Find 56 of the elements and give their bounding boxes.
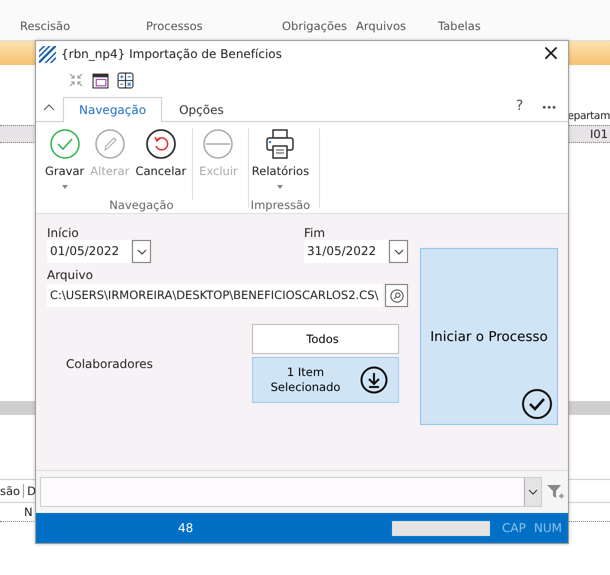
column-header: são [0,484,24,498]
file-path-field[interactable]: C:\USERS\IRMOREIRA\DESKTOP\BENEFICIOSCARLOS2.CS\ [47,284,384,307]
download-icon [360,366,388,394]
filter-icon[interactable] [546,483,564,501]
ribbon-group-label: Impressão [250,198,310,212]
option-button[interactable]: Todos [252,324,399,354]
ribbon-group-label: Arquivos [356,19,406,33]
help-button[interactable]: ? [510,97,530,115]
collapse-ribbon-icon[interactable] [43,103,55,111]
ribbon-button[interactable]: Cancelar [132,128,190,189]
dropdown-button[interactable] [524,478,541,506]
check-circle-icon [48,128,81,160]
calendar-icon[interactable] [92,72,109,88]
search-icon [390,288,404,302]
dropdown-button[interactable] [389,240,408,263]
check-circle-icon [521,388,553,420]
app-logo-icon [39,46,56,62]
ribbon-tab[interactable]: Navegação [63,97,162,122]
field-label: Fim [304,226,326,240]
ribbon-button[interactable]: Relatórios [248,128,312,189]
status-count: 48 [178,521,194,535]
undo-icon [144,128,177,160]
field-label: Início [47,226,79,240]
ribbon-group-label: Navegação [109,198,174,212]
close-button[interactable]: × [534,43,568,65]
dropdown-button[interactable] [132,240,151,263]
collapse-icon[interactable] [68,72,84,88]
ribbon-button[interactable]: Gravar [42,128,88,189]
column-header: epartam [567,110,610,122]
date-field[interactable]: 31/05/2022 [304,240,388,263]
key-indicator: NUM [534,521,562,535]
date-field[interactable]: 01/05/2022 [47,240,131,263]
printer-icon [264,128,296,160]
calculator-icon[interactable] [117,72,134,88]
key-indicator: CAP [502,521,526,535]
table-cell: I01 [590,127,608,141]
start-process-button[interactable]: Iniciar o Processo [420,248,558,425]
minus-circle-icon [202,128,234,160]
chevron-down-icon [394,248,404,254]
chevron-down-icon [136,248,146,254]
window-title: {rbn_np4} Importação de Benefícios [61,47,283,61]
field-label: Colaboradores [66,356,154,370]
chevron-down-icon [528,489,538,495]
caret-icon [62,185,68,189]
more-button[interactable]: ••• [535,102,562,115]
option-button[interactable]: 1 Item Selecionado [252,357,399,403]
ribbon-group-label: Obrigações [282,19,348,33]
table-cell: N [24,505,33,519]
ribbon-group-label: Processos [146,19,203,33]
field-label: Arquivo [47,268,94,282]
pencil-icon [94,128,126,160]
caret-icon [277,185,284,189]
ribbon-group-label: Tabelas [438,19,481,33]
ribbon-group-label: Rescisão [20,19,70,33]
ribbon-tab[interactable]: Opções [162,97,241,122]
search-button[interactable] [385,284,408,307]
